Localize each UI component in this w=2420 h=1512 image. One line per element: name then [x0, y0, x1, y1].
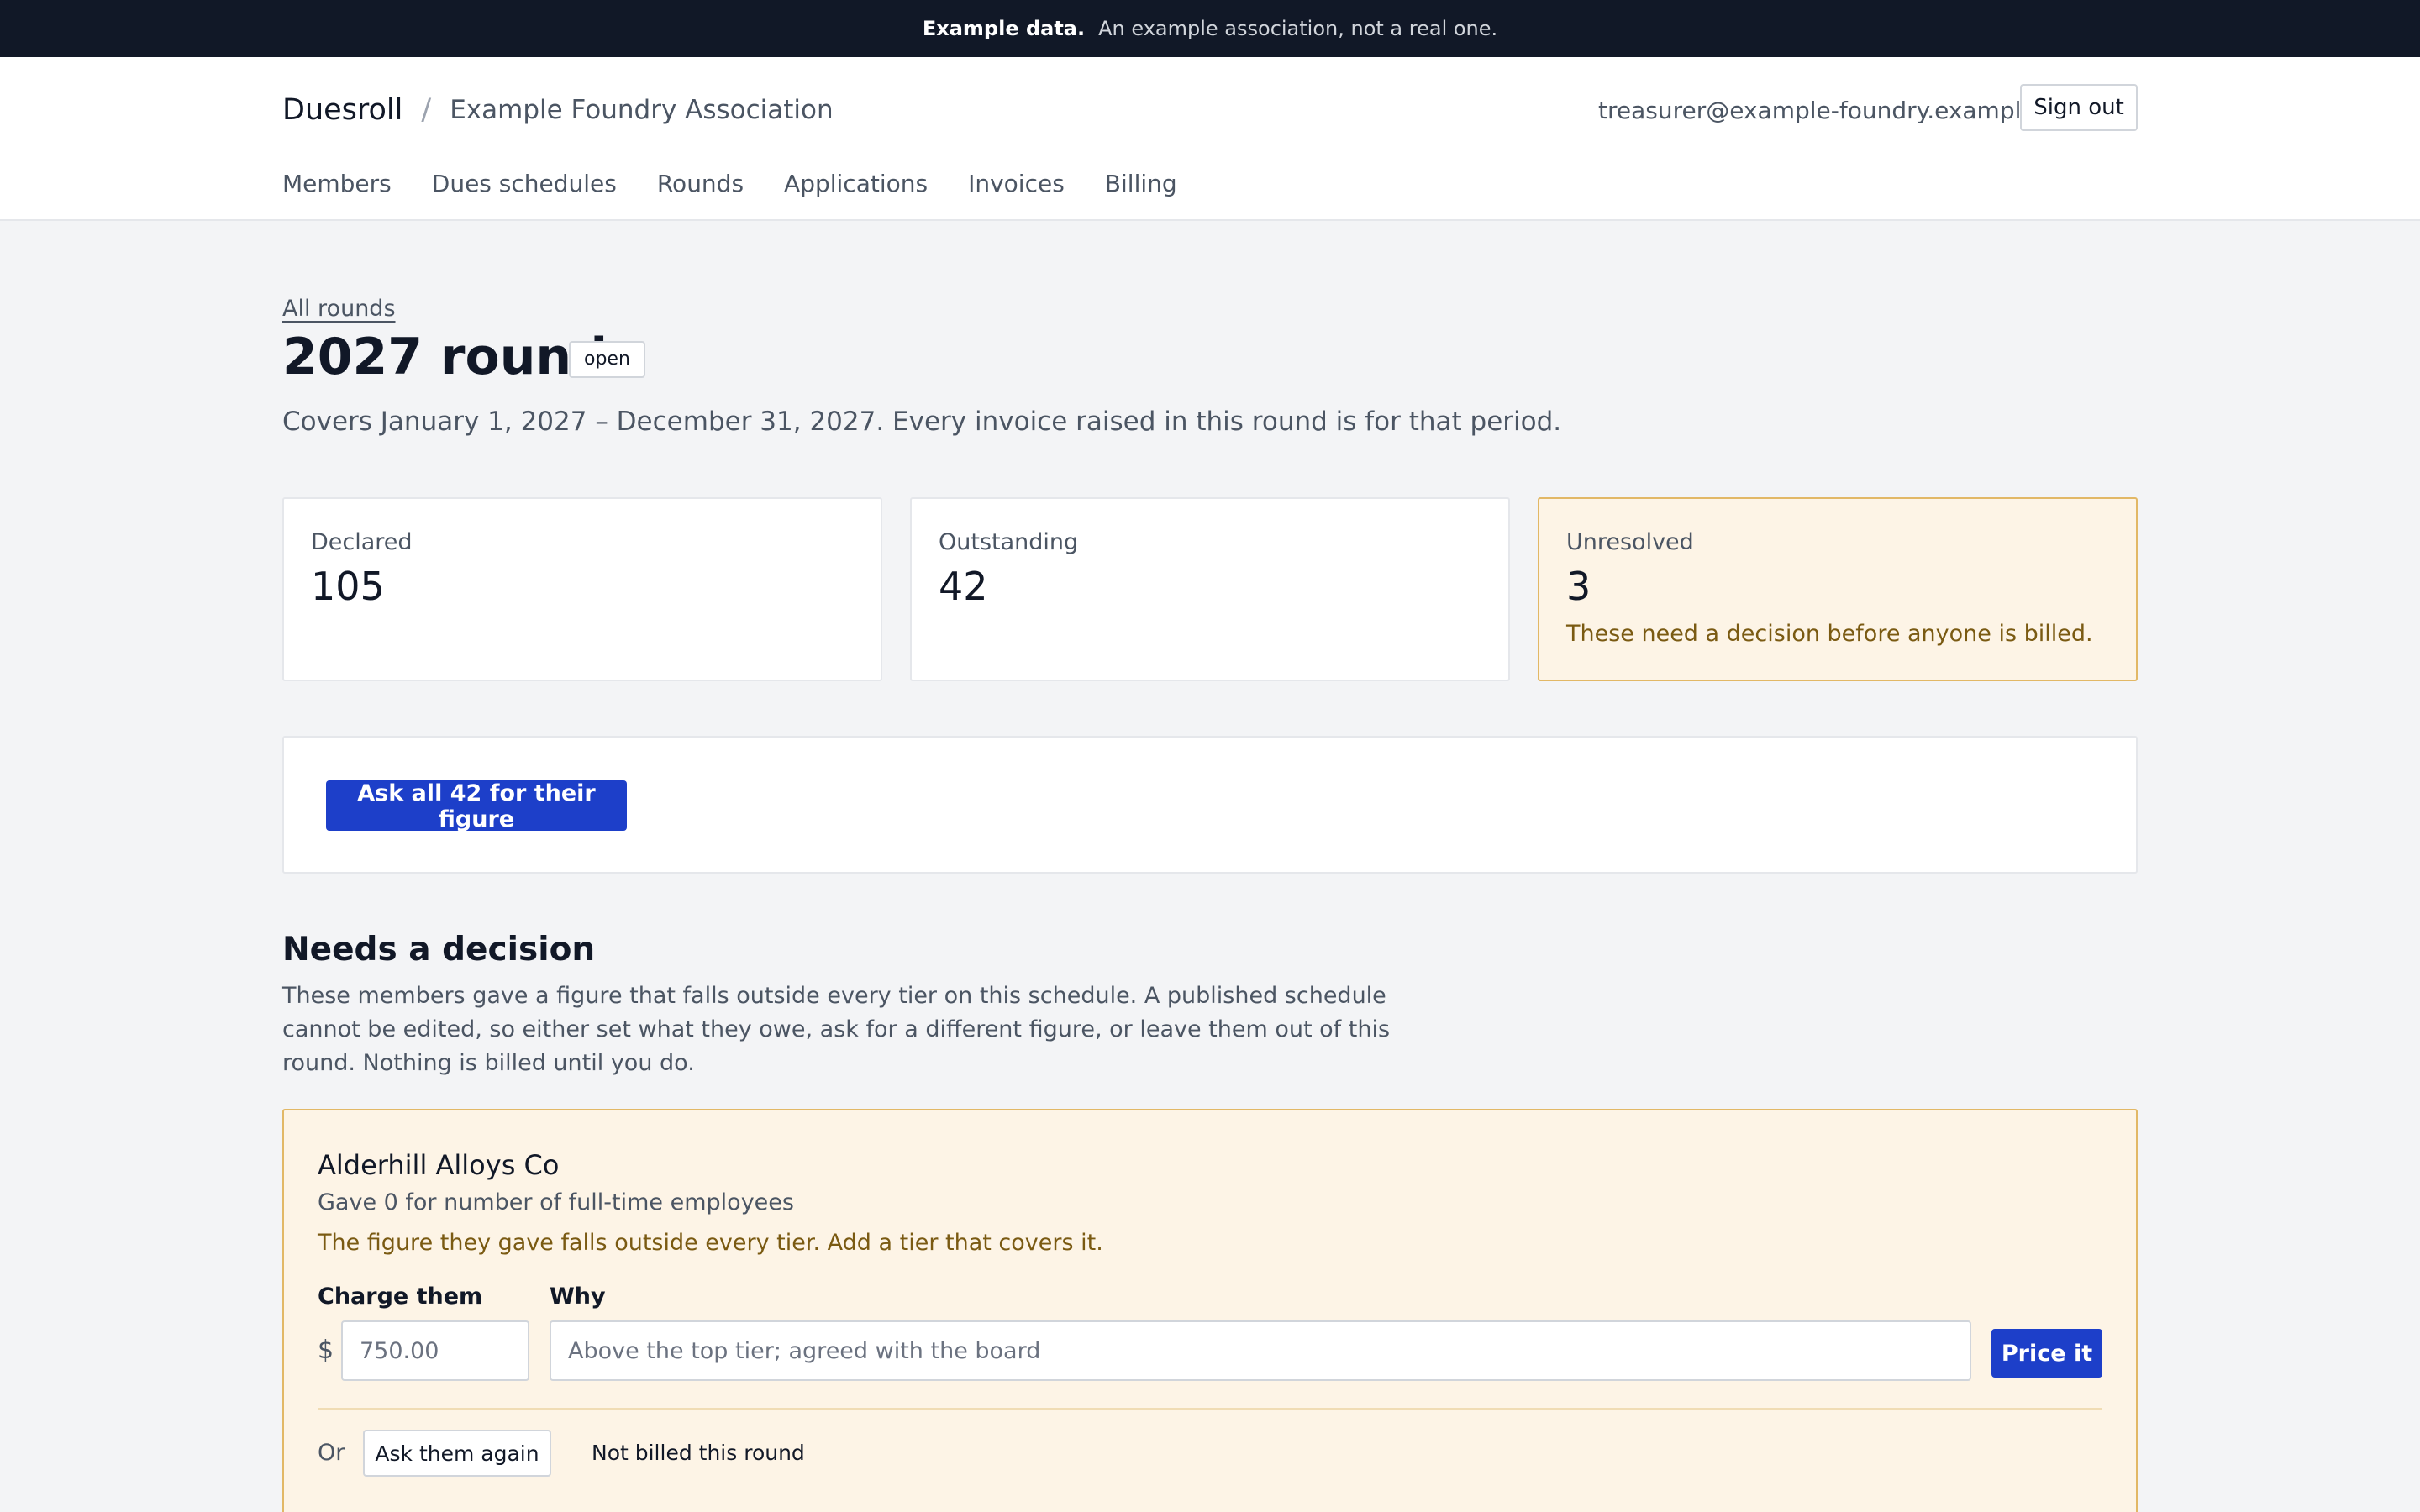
user-email: treasurer@example-foundry.example — [1598, 97, 2036, 124]
nav-item-billing[interactable]: Billing — [1105, 170, 1177, 197]
why-input[interactable] — [550, 1320, 1971, 1381]
nav-item-members[interactable]: Members — [282, 170, 392, 197]
stat-value: 105 — [311, 564, 385, 609]
card-divider — [318, 1408, 2102, 1410]
needs-decision-description: These members gave a figure that falls o… — [282, 983, 1391, 1076]
ask-all-panel: Ask all 42 for their figure — [282, 736, 2138, 874]
ask-all-button[interactable]: Ask all 42 for their figure — [326, 780, 627, 832]
status-badge: open — [569, 341, 645, 378]
ask-them-again-button[interactable]: Ask them again — [363, 1430, 551, 1477]
brand: Duesroll / Example Foundry Association — [282, 89, 834, 131]
stat-value: 3 — [1566, 564, 1591, 609]
needs-decision-heading: Needs a decision — [282, 931, 596, 969]
decision-card: Alderhill Alloys Co Gave 0 for number of… — [282, 1109, 2138, 1512]
stat-declared: Declared 105 — [282, 497, 882, 681]
brand-separator: / — [421, 93, 432, 127]
sign-out-button[interactable]: Sign out — [2020, 84, 2138, 131]
member-name: Alderhill Alloys Co — [318, 1149, 560, 1181]
charge-amount-input[interactable] — [341, 1320, 529, 1381]
app-header: Duesroll / Example Foundry Association t… — [0, 57, 2420, 221]
currency-symbol: $ — [318, 1336, 334, 1365]
round-period-text: Covers January 1, 2027 – December 31, 20… — [282, 407, 1562, 437]
nav-item-applications[interactable]: Applications — [784, 170, 928, 197]
main-nav: Members Dues schedules Rounds Applicatio… — [282, 170, 1177, 197]
price-it-button[interactable]: Price it — [1991, 1329, 2102, 1378]
page-title: 2027 round — [282, 328, 608, 386]
stat-label: Unresolved — [1566, 529, 1694, 555]
org-name: Example Foundry Association — [450, 95, 834, 125]
problem-text: The figure they gave falls outside every… — [318, 1230, 1103, 1256]
stat-outstanding: Outstanding 42 — [910, 497, 1510, 681]
charge-label: Charge them — [318, 1284, 483, 1310]
example-data-banner: Example data. An example association, no… — [0, 0, 2420, 57]
breadcrumb-all-rounds[interactable]: All rounds — [282, 296, 396, 322]
not-billed-button[interactable]: Not billed this round — [592, 1430, 805, 1477]
banner-strong: Example data. — [922, 17, 1086, 40]
or-label: Or — [318, 1440, 345, 1466]
nav-item-dues-schedules[interactable]: Dues schedules — [432, 170, 617, 197]
stat-value: 42 — [939, 564, 988, 609]
nav-item-invoices[interactable]: Invoices — [968, 170, 1065, 197]
banner-text: An example association, not a real one. — [1098, 17, 1498, 40]
member-figure-text: Gave 0 for number of full-time employees — [318, 1189, 794, 1215]
stat-label: Outstanding — [939, 529, 1079, 555]
stat-unresolved: Unresolved 3 These need a decision befor… — [1538, 497, 2138, 681]
stat-label: Declared — [311, 529, 413, 555]
why-label: Why — [550, 1284, 606, 1310]
stat-note: These need a decision before anyone is b… — [1566, 621, 2093, 647]
app-name[interactable]: Duesroll — [282, 93, 402, 127]
nav-item-rounds[interactable]: Rounds — [657, 170, 744, 197]
